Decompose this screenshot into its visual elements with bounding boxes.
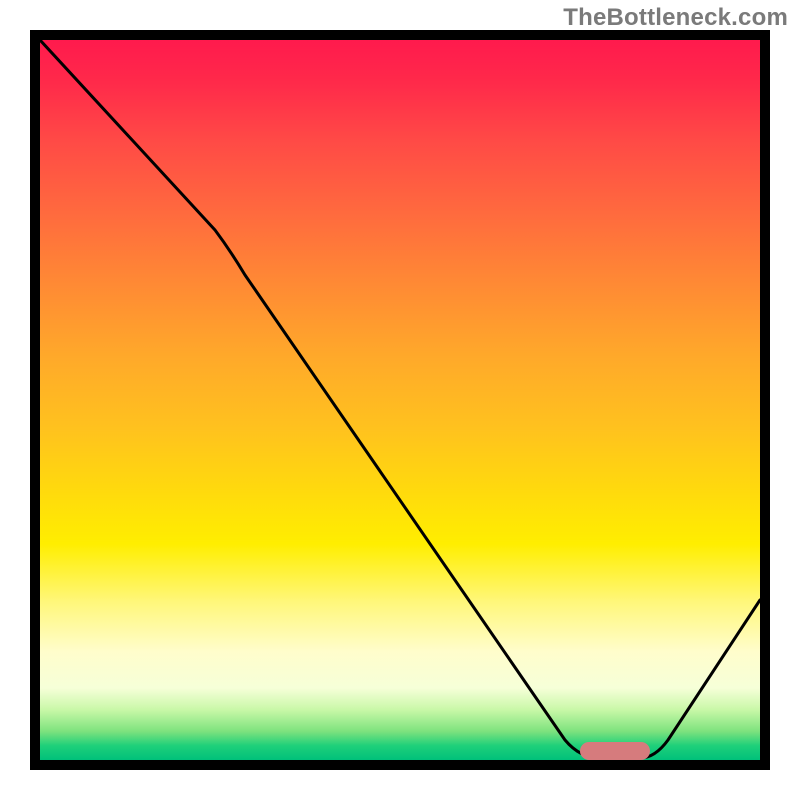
bottleneck-curve [40, 40, 760, 760]
chart-root: TheBottleneck.com [0, 0, 800, 800]
watermark-label: TheBottleneck.com [563, 4, 788, 32]
plot-area [30, 30, 770, 770]
optimal-range-marker [580, 742, 650, 760]
curve-path [40, 40, 760, 758]
